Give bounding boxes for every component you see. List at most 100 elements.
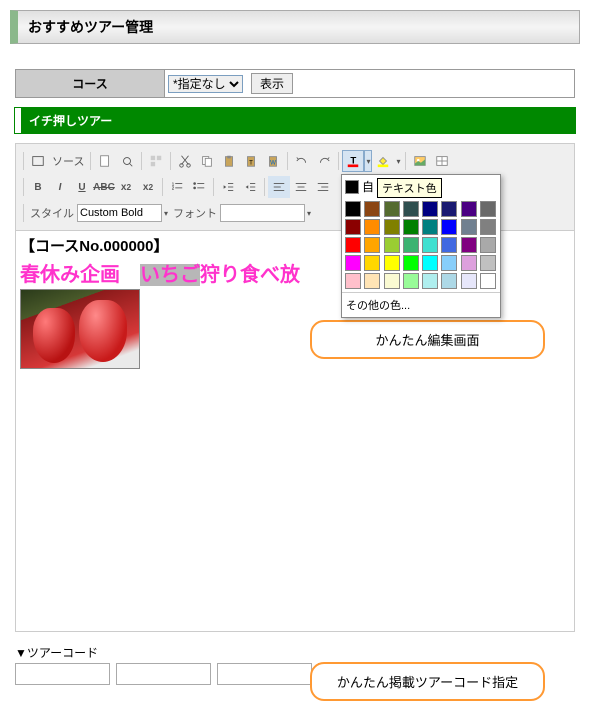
color-swatch[interactable] — [403, 273, 419, 289]
course-label: コース — [15, 69, 165, 98]
color-swatch[interactable] — [384, 201, 400, 217]
course-row: コース *指定なし 表示 — [15, 69, 575, 98]
color-swatch[interactable] — [480, 219, 496, 235]
superscript-button[interactable]: x2 — [137, 176, 159, 198]
color-swatch[interactable] — [441, 201, 457, 217]
color-swatch[interactable] — [441, 273, 457, 289]
color-swatch[interactable] — [441, 219, 457, 235]
underline-button[interactable]: U — [71, 176, 93, 198]
color-swatch[interactable] — [345, 255, 361, 271]
color-swatch[interactable] — [345, 273, 361, 289]
callout-tourcode: かんたん掲載ツアーコード指定 — [310, 662, 545, 701]
callout-edit-screen: かんたん編集画面 — [310, 320, 545, 359]
source-button[interactable] — [27, 150, 49, 172]
textcolor-button[interactable]: T — [342, 150, 364, 172]
color-swatch[interactable] — [461, 255, 477, 271]
content-title-selection: いちご — [140, 264, 200, 286]
redo-button[interactable] — [313, 150, 335, 172]
color-swatch[interactable] — [403, 237, 419, 253]
content-image — [20, 289, 140, 369]
color-swatch[interactable] — [422, 255, 438, 271]
color-swatch[interactable] — [422, 273, 438, 289]
color-swatch[interactable] — [364, 237, 380, 253]
svg-text:W: W — [271, 160, 277, 167]
color-swatch[interactable] — [461, 273, 477, 289]
color-swatch[interactable] — [480, 255, 496, 271]
color-swatch[interactable] — [345, 237, 361, 253]
textcolor-tooltip: テキスト色 — [377, 178, 442, 198]
paste-text-button[interactable]: T — [240, 150, 262, 172]
color-swatch[interactable] — [461, 219, 477, 235]
more-colors[interactable]: その他の色... — [342, 292, 500, 317]
textcolor-dropdown[interactable]: ▾ — [364, 150, 372, 172]
page-title: おすすめツアー管理 — [28, 19, 153, 35]
outdent-button[interactable] — [217, 176, 239, 198]
color-swatch[interactable] — [480, 273, 496, 289]
font-dropdown[interactable]: ▾ — [305, 202, 313, 224]
strike-button[interactable]: ABC — [93, 176, 115, 198]
bold-button[interactable]: B — [27, 176, 49, 198]
style-select[interactable] — [77, 204, 162, 222]
color-swatch[interactable] — [403, 219, 419, 235]
template-button[interactable] — [145, 150, 167, 172]
paste-button[interactable] — [218, 150, 240, 172]
color-swatch[interactable] — [364, 273, 380, 289]
undo-button[interactable] — [291, 150, 313, 172]
textcolor-popup: 自 テキスト色 その他の色... — [341, 174, 501, 318]
color-swatch[interactable] — [345, 201, 361, 217]
color-swatch[interactable] — [364, 219, 380, 235]
image-button[interactable] — [409, 150, 431, 172]
color-swatch[interactable] — [441, 255, 457, 271]
editor: ソース T W T ▾ ▾ B I — [15, 143, 575, 632]
toolbar-row-1: ソース T W T ▾ ▾ — [20, 148, 570, 174]
tourcode-label: ▼ツアーコード — [15, 644, 575, 661]
font-select[interactable] — [220, 204, 305, 222]
tourcode-input-1[interactable] — [15, 663, 110, 685]
color-swatch[interactable] — [384, 219, 400, 235]
newpage-button[interactable] — [94, 150, 116, 172]
align-center-button[interactable] — [290, 176, 312, 198]
color-swatch[interactable] — [441, 237, 457, 253]
italic-button[interactable]: I — [49, 176, 71, 198]
style-dropdown[interactable]: ▾ — [162, 202, 170, 224]
color-swatch[interactable] — [364, 201, 380, 217]
color-swatch[interactable] — [422, 237, 438, 253]
color-swatch[interactable] — [403, 201, 419, 217]
color-swatch[interactable] — [461, 237, 477, 253]
align-right-button[interactable] — [312, 176, 334, 198]
color-swatch[interactable] — [480, 201, 496, 217]
source-label: ソース — [52, 153, 84, 169]
bulletlist-button[interactable] — [188, 176, 210, 198]
table-button[interactable] — [431, 150, 453, 172]
subscript-button[interactable]: x2 — [115, 176, 137, 198]
color-swatch[interactable] — [384, 273, 400, 289]
bgcolor-button[interactable] — [372, 150, 394, 172]
course-field: *指定なし 表示 — [165, 69, 575, 98]
copy-button[interactable] — [196, 150, 218, 172]
tourcode-input-2[interactable] — [116, 663, 211, 685]
align-left-button[interactable] — [268, 176, 290, 198]
color-swatch[interactable] — [422, 201, 438, 217]
auto-color-label: 自 — [362, 178, 374, 195]
preview-button[interactable] — [116, 150, 138, 172]
cut-button[interactable] — [174, 150, 196, 172]
numlist-button[interactable]: 12 — [166, 176, 188, 198]
color-swatch[interactable] — [345, 219, 361, 235]
paste-word-button[interactable]: W — [262, 150, 284, 172]
color-swatch[interactable] — [364, 255, 380, 271]
show-button[interactable]: 表示 — [251, 73, 293, 94]
color-swatch[interactable] — [384, 237, 400, 253]
font-label: フォント — [173, 205, 217, 221]
color-swatch[interactable] — [403, 255, 419, 271]
course-select[interactable]: *指定なし — [168, 75, 243, 93]
page-header: おすすめツアー管理 — [10, 10, 580, 44]
color-swatch[interactable] — [461, 201, 477, 217]
indent-button[interactable] — [239, 176, 261, 198]
tourcode-input-3[interactable] — [217, 663, 312, 685]
color-grid — [342, 198, 500, 292]
color-swatch[interactable] — [480, 237, 496, 253]
color-swatch[interactable] — [422, 219, 438, 235]
auto-color-swatch[interactable] — [345, 180, 359, 194]
bgcolor-dropdown[interactable]: ▾ — [394, 150, 402, 172]
color-swatch[interactable] — [384, 255, 400, 271]
